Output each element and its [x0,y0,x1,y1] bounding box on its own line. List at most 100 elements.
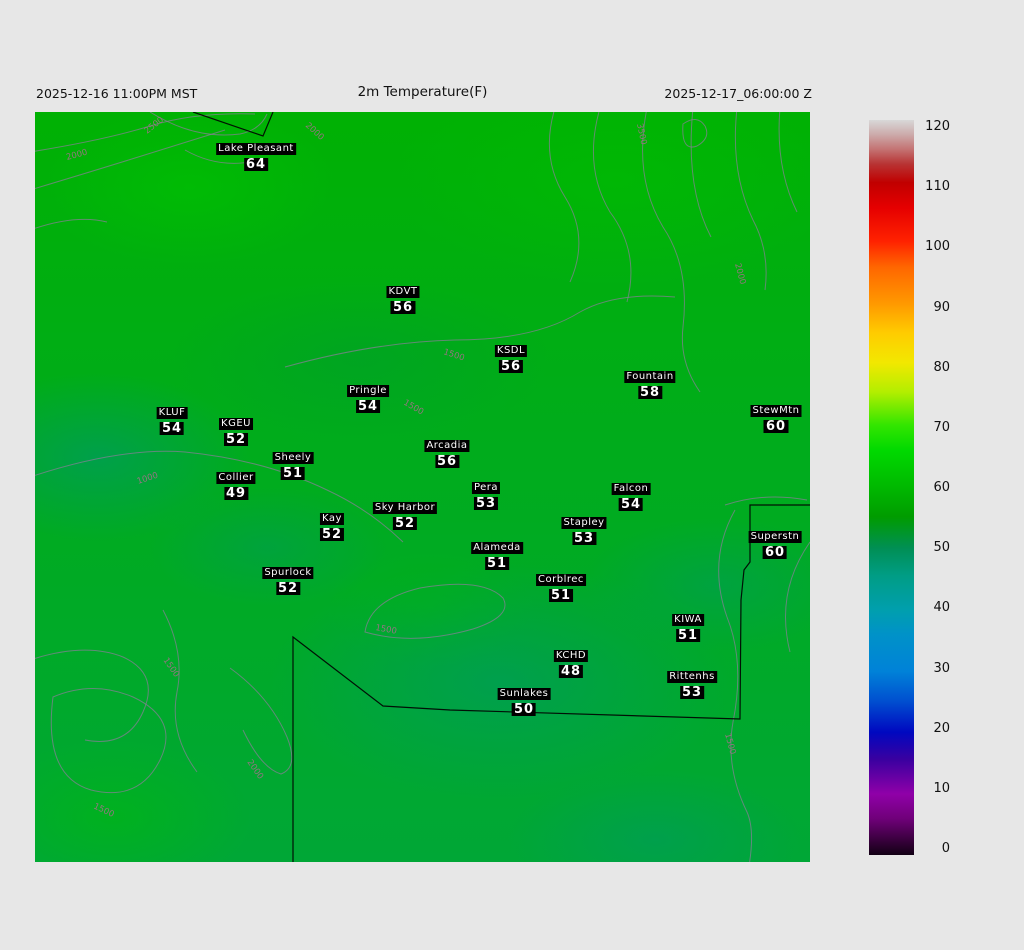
station-temperature-value: 52 [392,516,418,531]
contour-elevation-label: 1000 [136,471,160,487]
station-name: Spurlock [262,567,314,579]
station-label: KLUF 54 [156,402,188,436]
station-name: StewMtn [750,405,802,417]
station-label: Falcon 54 [611,478,651,512]
station-label: StewMtn 60 [750,400,802,434]
contour-labels: 2000 2500 2000 3500 2000 1500 1500 1000 1500 1500… [65,115,747,820]
station-temperature-value: 53 [679,685,705,700]
contour-elevation-label: 1500 [442,347,466,363]
station-temperature-value: 52 [319,527,345,542]
station-label: Pera 53 [471,477,501,510]
station-label: KDVT 56 [386,281,420,315]
station-name: KSDL [494,345,528,357]
station-temperature-value: 58 [637,385,663,400]
weather-map-page: { "header": { "valid_local": "2025-12-16… [0,0,1024,950]
station-label: Fountain 58 [624,366,676,400]
contour-elevation-label: 1500 [722,732,737,755]
station-temperature-value: 51 [280,466,306,481]
colorbar-tick-label: 40 [933,600,950,616]
station-label: KGEU 52 [219,413,253,446]
station-temperature-value: 53 [571,531,597,546]
station-label: Rittenhs 53 [667,666,717,699]
colorbar-tick-label: 120 [925,119,950,134]
station-name: Corblrec [536,574,586,586]
station-label: KSDL 56 [494,340,528,374]
station-name: Collier [216,472,256,484]
colorbar-tick-label: 0 [941,841,950,856]
contour-elevation-label: 3500 [634,123,648,146]
colorbar-tick-label: 70 [933,419,950,435]
colorbar-tick-label: 60 [933,480,950,495]
station-label: Kay 52 [319,508,345,542]
station-label: KIWA 51 [672,609,704,642]
station-name: Fountain [624,371,676,383]
colorbar-tick-label: 110 [925,179,950,195]
station-temperature-value: 51 [675,628,701,643]
colorbar-tick-label: 10 [933,780,950,796]
contour-overlay: 2000 2500 2000 3500 2000 1500 1500 1000 1500 1500… [35,112,810,862]
station-name: Arcadia [424,440,470,452]
colorbar-tick-label: 30 [933,660,950,676]
station-label: Stapley 53 [561,512,607,546]
station-temperature-value: 51 [548,588,574,603]
station-temperature-value: 56 [498,359,524,374]
station-label: Lake Pleasant 64 [216,138,296,171]
station-name: Stapley [561,517,607,529]
station-label: KCHD 48 [553,645,589,679]
colorbar-tick-label: 50 [933,540,950,556]
valid-time-utc: 2025-12-17_06:00:00 Z [664,86,812,101]
contour-elevation-label: 1500 [402,398,426,417]
station-label: Collier 49 [216,467,256,501]
station-temperature-value: 54 [355,399,381,414]
station-label: Pringle 54 [347,380,389,413]
contour-elevation-label: 2000 [245,758,266,781]
contour-elevation-label: 1500 [161,656,182,679]
colorbar-tick-label: 20 [933,720,950,736]
station-name: Pringle [347,385,389,397]
station-temperature-value: 51 [484,556,510,571]
station-name: Rittenhs [667,671,717,683]
station-name: Falcon [611,483,651,495]
station-label: Sunlakes 50 [497,683,551,717]
station-temperature-value: 56 [434,454,460,469]
station-label: Sky Harbor 52 [372,497,438,531]
temperature-map: 2000 2500 2000 3500 2000 1500 1500 1000 1500 1500… [35,112,810,862]
station-temperature-value: 48 [558,664,584,679]
station-name: KLUF [156,407,188,419]
station-temperature-value: 54 [618,497,644,512]
station-temperature-value: 60 [763,419,789,434]
station-name: Sunlakes [497,688,551,700]
station-temperature-value: 52 [275,581,301,596]
station-name: KGEU [219,418,253,430]
contour-elevation-label: 1500 [92,802,116,820]
station-temperature-value: 54 [159,421,185,436]
colorbar-tick-label: 100 [925,239,950,255]
station-name: KCHD [553,650,589,662]
station-name: KIWA [672,614,704,626]
station-name: KDVT [386,286,420,298]
station-temperature-value: 50 [511,702,537,717]
station-name: Alameda [471,542,523,554]
station-name: Kay [320,513,344,525]
station-temperature-value: 64 [243,157,269,172]
station-temperature-value: 56 [390,300,416,315]
station-label: Spurlock 52 [262,562,314,596]
station-name: Pera [471,482,501,494]
station-label: Alameda 51 [471,537,523,570]
station-label: Corblrec 51 [536,569,586,602]
station-label: Arcadia 56 [424,435,470,469]
station-name: Lake Pleasant [216,143,296,155]
station-name: Sky Harbor [372,502,438,514]
elevation-contours [35,112,810,862]
station-label: Sheely 51 [272,447,314,481]
contour-elevation-label: 2000 [303,121,326,143]
station-temperature-value: 52 [223,432,249,447]
station-name: Sheely [272,452,314,464]
station-name: Superstn [748,531,802,543]
station-temperature-value: 49 [223,486,249,501]
station-label: Superstn 60 [748,526,802,559]
contour-elevation-label: 2000 [65,148,88,163]
contour-elevation-label: 2500 [143,115,166,136]
contour-elevation-label: 2000 [732,262,747,285]
colorbar-tick-label: 80 [933,359,950,375]
